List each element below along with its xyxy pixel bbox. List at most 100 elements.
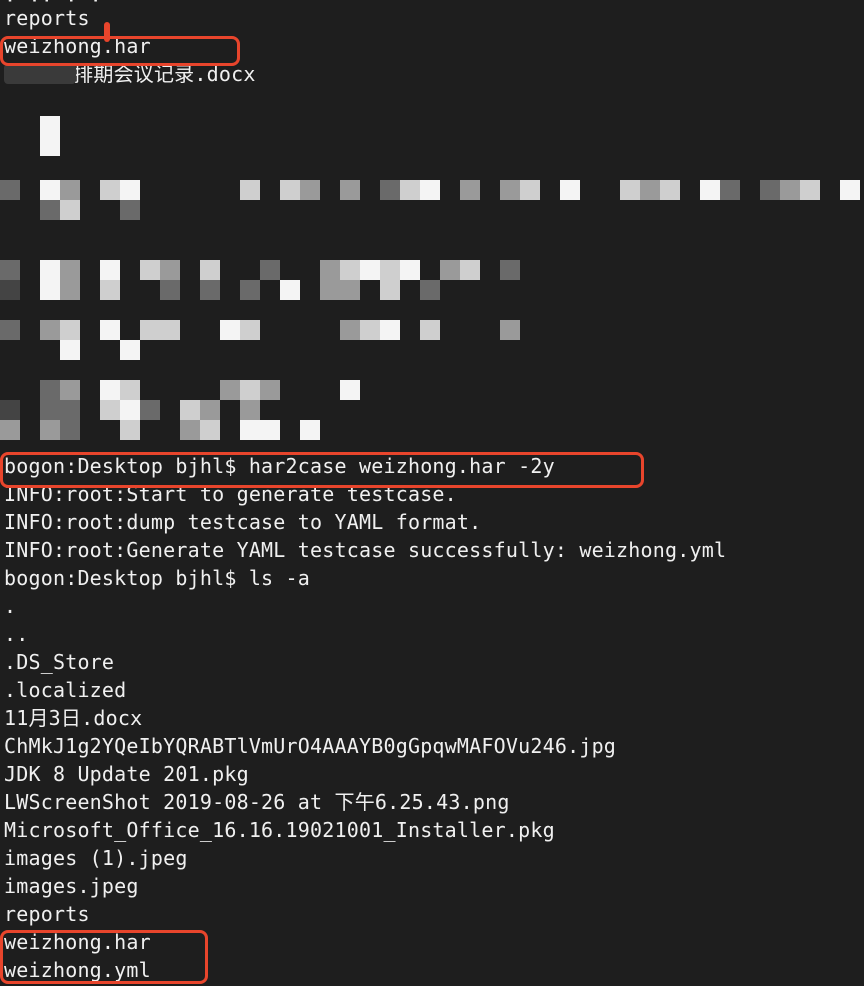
terminal-line: .localized <box>4 678 127 702</box>
redaction-pixel <box>140 320 160 340</box>
redaction-pixel <box>120 380 140 400</box>
redaction-pixel <box>360 320 380 340</box>
redaction-pixel <box>340 320 360 340</box>
pixelated-redaction <box>0 88 864 448</box>
redaction-pixel <box>100 180 120 200</box>
redaction-pixel <box>120 400 140 420</box>
redaction-pixel <box>220 380 240 400</box>
redaction-pixel <box>240 180 260 200</box>
terminal-line: .. <box>4 622 29 646</box>
redaction-pixel <box>0 320 20 340</box>
redaction-pixel <box>380 260 400 280</box>
redaction-pixel <box>340 180 360 200</box>
redaction-pixel <box>160 280 180 300</box>
redaction-pixel <box>100 280 120 300</box>
redaction-pixel <box>40 260 60 280</box>
redaction-pixel <box>40 200 60 220</box>
redaction-pixel <box>40 380 60 400</box>
redaction-pixel <box>60 400 80 420</box>
redaction-pixel <box>300 420 320 440</box>
redaction-pixel <box>320 280 340 300</box>
redaction-pixel <box>340 280 360 300</box>
redaction-pixel <box>40 116 60 136</box>
redaction-pixel <box>460 260 480 280</box>
terminal-line: reports <box>4 6 90 30</box>
redaction-pixel <box>180 420 200 440</box>
redaction-pixel <box>640 180 660 200</box>
redaction-pixel <box>40 180 60 200</box>
redaction-pixel <box>840 180 860 200</box>
redaction-pixel <box>200 420 220 440</box>
terminal-line: . <box>4 594 17 618</box>
redaction-pixel <box>660 180 680 200</box>
terminal-line: weizhong.har <box>4 930 151 954</box>
redaction-pixel <box>200 400 220 420</box>
redaction-pixel <box>440 260 460 280</box>
terminal-line: INFO:root:Generate YAML testcase success… <box>4 538 727 562</box>
terminal-line: weizhong.yml <box>4 958 151 982</box>
redaction-pixel <box>260 260 280 280</box>
redaction-pixel <box>380 180 400 200</box>
redaction-pixel <box>200 280 220 300</box>
redaction-pixel <box>240 420 260 440</box>
redaction-pixel <box>420 180 440 200</box>
redaction-pixel <box>0 180 20 200</box>
redaction-pixel <box>240 320 260 340</box>
redaction-pixel <box>0 420 20 440</box>
redaction-pixel <box>380 320 400 340</box>
redaction-pixel <box>280 280 300 300</box>
redaction-pixel <box>40 136 60 156</box>
redaction-pixel <box>120 200 140 220</box>
redaction-pixel <box>60 340 80 360</box>
redaction-pixel <box>240 400 260 420</box>
redaction-pixel <box>40 280 60 300</box>
redaction-pixel <box>120 340 140 360</box>
redaction-pixel <box>0 260 20 280</box>
redaction-pixel <box>500 320 520 340</box>
redaction-pixel <box>620 180 640 200</box>
redaction-pixel <box>500 260 520 280</box>
terminal-line: INFO:root:Start to generate testcase. <box>4 482 457 506</box>
terminal-line: ChMkJ1g2YQeIbYQRABTlVmUrO4AAAYB0gGpqwMAF… <box>4 734 617 758</box>
redaction-pixel <box>160 260 180 280</box>
redaction-pixel <box>260 420 280 440</box>
redaction-pixel <box>400 260 420 280</box>
redaction-pixel <box>0 400 20 420</box>
redaction-pixel <box>220 320 240 340</box>
redaction-pixel <box>380 280 400 300</box>
redaction-pixel <box>300 180 320 200</box>
redaction-pixel <box>700 180 720 200</box>
terminal-line: reports <box>4 902 90 926</box>
redaction-pixel <box>40 420 60 440</box>
terminal-line: images.jpeg <box>4 874 139 898</box>
terminal-window[interactable]: · ·· · · reports weizhong.har ~$ 周排期会议记录… <box>0 0 864 986</box>
redaction-smudge <box>4 64 76 84</box>
terminal-line: bogon:Desktop bjhl$ har2case weizhong.ha… <box>4 454 555 478</box>
redaction-pixel <box>100 400 120 420</box>
redaction-pixel <box>140 400 160 420</box>
redaction-pixel <box>720 180 740 200</box>
redaction-pixel <box>260 380 280 400</box>
terminal-line: images (1).jpeg <box>4 846 188 870</box>
redaction-pixel <box>460 180 480 200</box>
redaction-pixel <box>240 280 260 300</box>
redaction-pixel <box>60 320 80 340</box>
redaction-pixel <box>40 320 60 340</box>
redaction-pixel <box>60 200 80 220</box>
redaction-pixel <box>60 180 80 200</box>
redaction-pixel <box>200 260 220 280</box>
terminal-line: JDK 8 Update 201.pkg <box>4 762 249 786</box>
terminal-line: LWScreenShot 2019-08-26 at 下午6.25.43.png <box>4 790 510 814</box>
redaction-pixel <box>60 280 80 300</box>
redaction-pixel <box>240 380 260 400</box>
terminal-line: .DS_Store <box>4 650 115 674</box>
redaction-pixel <box>360 260 380 280</box>
redaction-pixel <box>340 260 360 280</box>
redaction-pixel <box>60 380 80 400</box>
redaction-pixel <box>420 320 440 340</box>
redaction-pixel <box>420 280 440 300</box>
terminal-line: 11月3日.docx <box>4 706 143 730</box>
terminal-line: bogon:Desktop bjhl$ ls -a <box>4 566 311 590</box>
redaction-pixel <box>0 280 20 300</box>
redaction-pixel <box>500 180 520 200</box>
